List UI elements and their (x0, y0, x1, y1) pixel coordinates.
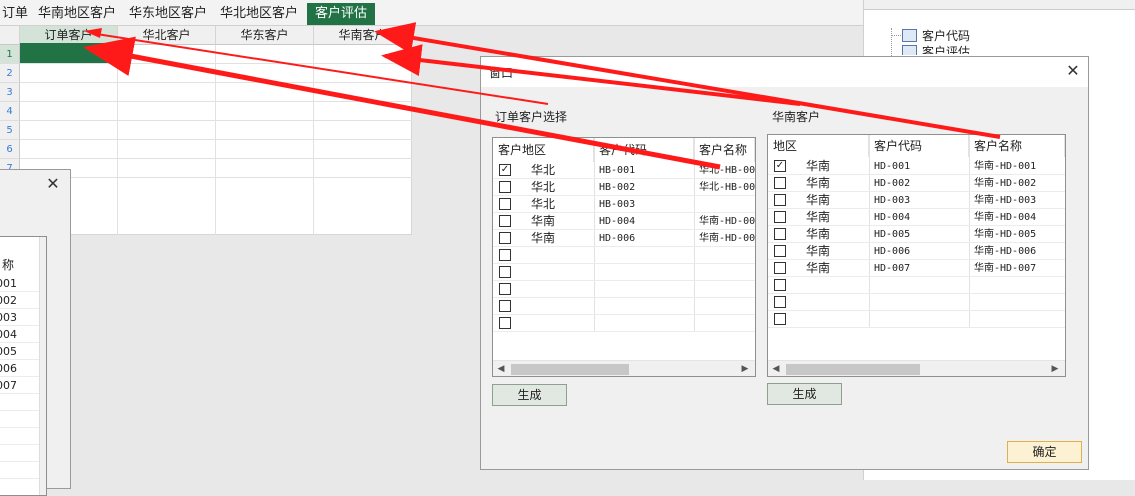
annotation-arrows (83, 22, 1001, 170)
arrow-head (84, 28, 102, 38)
arrow-line (83, 36, 721, 170)
arrow-line (381, 44, 801, 106)
